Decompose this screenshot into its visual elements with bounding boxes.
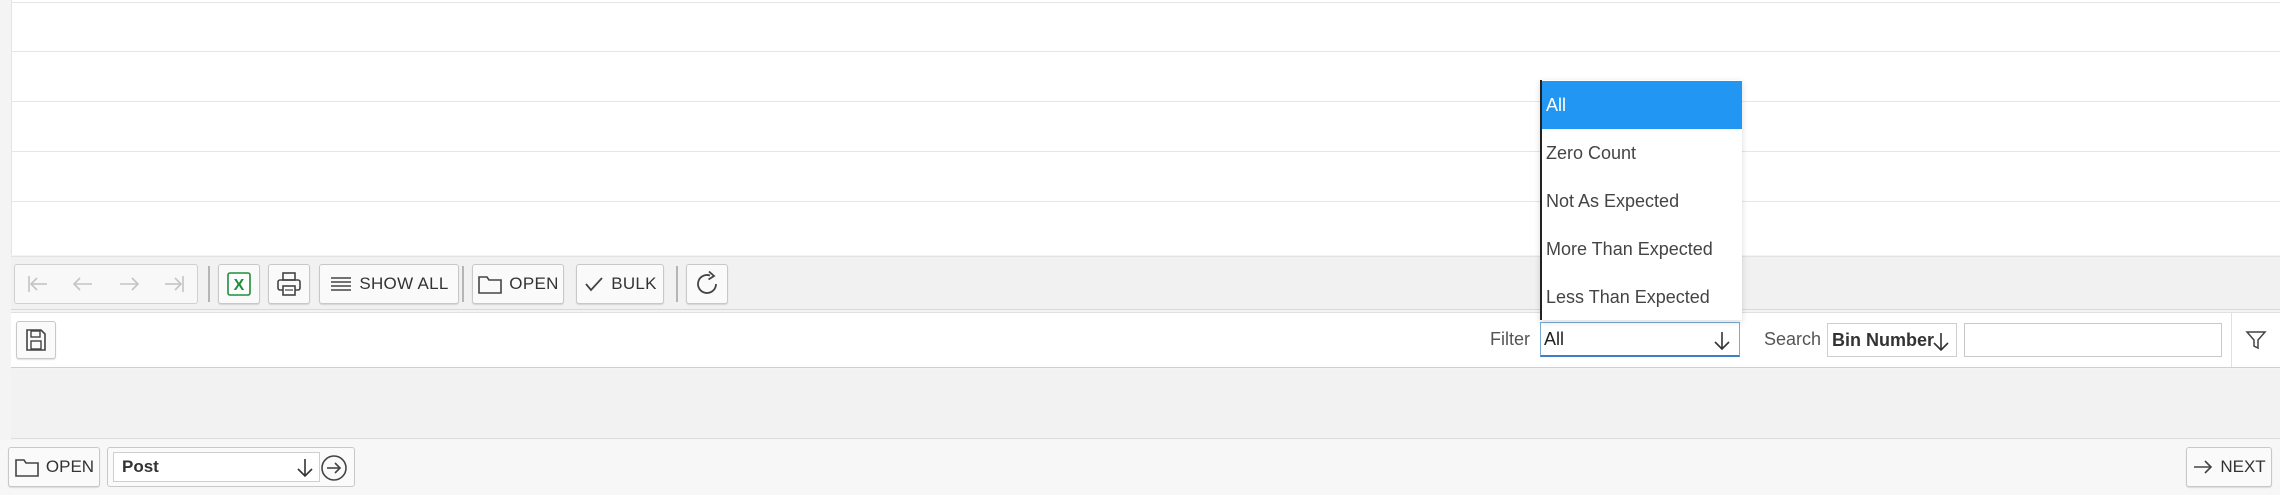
filter-option-zero-count[interactable]: Zero Count — [1542, 129, 1742, 177]
filter-label: Filter — [1490, 329, 1530, 349]
excel-icon: X — [227, 272, 251, 296]
pager-group — [14, 264, 198, 304]
save-button[interactable] — [16, 321, 56, 359]
export-excel-button[interactable]: X — [218, 264, 260, 304]
print-button[interactable] — [268, 264, 310, 304]
refresh-button[interactable] — [686, 264, 728, 304]
grid-toolbar: X SHOW ALL OPEN BULK — [11, 256, 2280, 310]
toolbar-separator — [208, 266, 210, 302]
grid-row-divider — [12, 101, 2280, 102]
next-page-button[interactable] — [106, 265, 152, 303]
printer-icon — [277, 272, 301, 296]
show-all-label: SHOW ALL — [359, 274, 449, 293]
arrow-down-icon — [1933, 333, 1949, 352]
grid-row-divider — [12, 51, 2280, 52]
bulk-button[interactable]: BULK — [576, 264, 664, 304]
previous-page-button[interactable] — [61, 265, 107, 303]
arrow-down-icon — [1714, 332, 1730, 351]
show-all-button[interactable]: SHOW ALL — [319, 264, 459, 304]
arrow-left-icon — [73, 277, 93, 291]
check-icon — [585, 277, 603, 292]
grid-row-divider — [12, 201, 2280, 202]
filter-option-not-as-expected[interactable]: Not As Expected — [1542, 177, 1742, 225]
funnel-icon — [2245, 331, 2267, 350]
arrow-right-icon — [2194, 460, 2213, 474]
search-input[interactable] — [1964, 323, 2222, 357]
filter-select-value: All — [1544, 328, 1565, 349]
filter-select[interactable]: All — [1540, 322, 1740, 357]
toolbar-separator — [462, 266, 464, 302]
open-label: OPEN — [509, 274, 559, 293]
bottom-bar: OPEN Post NEXT — [0, 440, 2280, 495]
action-group: Post — [107, 447, 355, 487]
arrow-right-icon — [119, 277, 139, 291]
last-page-button[interactable] — [152, 265, 198, 303]
svg-text:X: X — [234, 277, 245, 294]
list-icon — [331, 277, 352, 291]
filter-button[interactable] — [2231, 313, 2280, 367]
empty-panel — [11, 369, 2280, 439]
arrow-down-icon — [297, 459, 313, 478]
next-label: NEXT — [2220, 457, 2266, 476]
filter-bar: Filter All Search Bin Number — [11, 312, 2280, 368]
filter-dropdown-menu: All Zero Count Not As Expected More Than… — [1540, 80, 1742, 320]
search-label: Search — [1764, 329, 1822, 349]
last-page-icon — [165, 276, 185, 292]
first-page-icon — [27, 276, 47, 292]
bottom-open-button[interactable]: OPEN — [8, 447, 100, 487]
bottom-open-label: OPEN — [45, 457, 95, 476]
refresh-icon — [697, 270, 717, 294]
filter-option-more-than-expected[interactable]: More Than Expected — [1542, 225, 1742, 273]
search-field-select[interactable]: Bin Number — [1827, 323, 1957, 357]
filter-option-less-than-expected[interactable]: Less Than Expected — [1542, 273, 1742, 321]
folder-icon — [15, 459, 39, 477]
toolbar-separator — [676, 266, 678, 302]
data-grid — [11, 0, 2280, 255]
bulk-label: BULK — [611, 274, 657, 293]
go-arrow-icon[interactable] — [320, 454, 348, 482]
grid-row-divider — [12, 2, 2280, 3]
action-select-value: Post — [122, 457, 159, 476]
filter-option-all[interactable]: All — [1542, 81, 1742, 129]
next-button[interactable]: NEXT — [2186, 447, 2272, 487]
search-field-value: Bin Number — [1832, 329, 1935, 350]
action-select[interactable]: Post — [113, 452, 320, 482]
open-button[interactable]: OPEN — [472, 264, 564, 304]
save-icon — [26, 329, 46, 351]
folder-icon — [478, 276, 503, 294]
grid-row-divider — [12, 151, 2280, 152]
first-page-button[interactable] — [15, 265, 61, 303]
